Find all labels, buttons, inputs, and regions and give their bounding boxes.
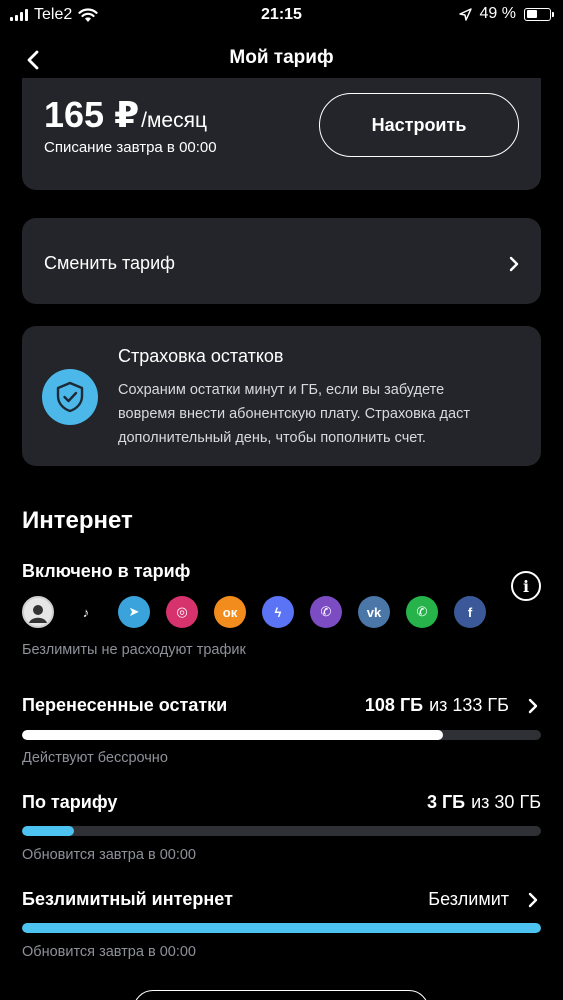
messenger-icon: ϟ [262,596,294,628]
insurance-line: вовремя внести абонентскую плату. Страхо… [118,406,470,422]
unlimited-internet-status: Безлимит [428,889,509,909]
status-bar: Tele2 21:15 49 % [0,0,563,30]
chevron-right-icon [528,698,538,713]
avatar-icon [22,596,54,628]
carried-over-value: 108 ГБ из 133 ГБ [365,695,541,716]
configure-button[interactable]: Настроить [319,93,519,157]
carried-over-progress [22,730,541,740]
tariff-data-note: Обновится завтра в 00:00 [22,847,196,863]
carried-over-label: Перенесенные остатки [22,695,228,715]
insurance-description: Сохраним остатки минут и ГБ, если вы заб… [118,378,518,450]
page-title: Мой тариф [229,47,334,68]
price-amount: 165 ₽ [44,94,140,135]
status-bar-right: 49 % [458,5,554,23]
insurance-line: дополнительный день, чтобы пополнить сче… [118,430,426,446]
nav-header: Мой тариф [0,40,563,80]
battery-icon [524,7,554,21]
tiktok-icon: ♪ [70,596,102,628]
insurance-card[interactable]: Страховка остатков Сохраним остатки мину… [22,326,541,466]
chevron-right-icon [509,256,519,272]
carried-over-progress-fill [22,730,444,740]
charge-note: Списание завтра в 00:00 [44,139,217,156]
unlimited-internet-value: Безлимит [428,889,541,910]
shield-icon [42,369,98,425]
chevron-right-icon [528,892,538,907]
unlimited-internet-progress-fill [22,923,541,933]
tariff-data-progress [22,826,541,836]
viber-icon: ✆ [310,596,342,628]
tariff-data-progress-fill [22,826,74,836]
tariff-data-total: из 30 ГБ [471,792,541,812]
tariff-data-label: По тарифу [22,792,118,812]
tariff-data-amount: 3 ГБ [426,792,466,812]
whatsapp-icon: ✆ [406,596,438,628]
internet-section-title: Интернет [22,507,133,534]
price: 165 ₽ /месяц [44,94,207,136]
bottom-button[interactable] [133,990,429,1000]
vk-icon: vk [358,596,390,628]
unlim-note: Безлимиты не расходуют трафик [22,642,246,658]
battery-percent: 49 % [479,5,516,22]
instagram-icon: ◎ [166,596,198,628]
change-tariff-label: Сменить тариф [44,253,175,273]
carried-over-note: Действуют бессрочно [22,750,168,766]
carried-over-total: из 133 ГБ [429,695,509,715]
carried-over-amount: 108 ГБ [364,695,424,715]
insurance-line: Сохраним остатки минут и ГБ, если вы заб… [118,382,445,398]
insurance-title: Страховка остатков [118,346,284,366]
telegram-icon: ➤ [118,596,150,628]
location-arrow-icon [458,7,472,21]
change-tariff-button[interactable]: Сменить тариф [22,218,541,304]
unlimited-internet-progress [22,923,541,933]
info-button[interactable]: i [511,571,541,601]
unlimited-internet-note: Обновится завтра в 00:00 [22,944,196,960]
included-apps: ♪ ➤ ◎ ок ϟ ✆ vk ✆ f [22,596,486,628]
included-title: Включено в тариф [22,561,191,581]
unlimited-internet-label: Безлимитный интернет [22,889,233,909]
price-card: 165 ₽ /месяц Списание завтра в 00:00 Нас… [22,78,541,190]
odnoklassniki-icon: ок [214,596,246,628]
facebook-icon: f [454,596,486,628]
tariff-data-value: 3 ГБ из 30 ГБ [427,792,541,813]
price-unit: /месяц [141,109,207,132]
